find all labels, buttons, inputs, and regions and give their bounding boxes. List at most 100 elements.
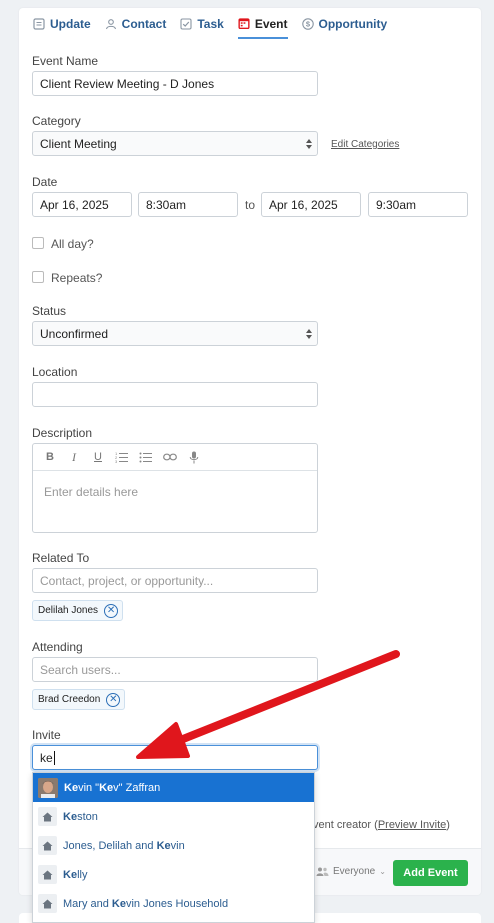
audience-selector[interactable]: Everyone ⌄ (316, 866, 386, 877)
calendar-icon (238, 18, 250, 30)
suggestion-item[interactable]: Kelly (33, 860, 314, 889)
suggestion-item[interactable] (33, 918, 314, 922)
suggestion-text: vin " (78, 781, 100, 794)
contact-icon (105, 18, 117, 30)
creator-text: vent creator ( (313, 819, 378, 831)
event-name-label: Event Name (32, 54, 99, 68)
editor-toolbar: B I U 123 (33, 444, 317, 471)
people-icon (316, 867, 329, 876)
tab-contact-label: Contact (121, 16, 167, 31)
underline-icon[interactable]: U (90, 449, 106, 465)
text-caret (53, 750, 55, 765)
tab-event[interactable]: Event (237, 8, 288, 39)
update-icon (33, 17, 45, 30)
date-separator: to (245, 198, 256, 212)
dollar-icon: $ (301, 17, 314, 30)
invite-label: Invite (32, 728, 61, 742)
svg-text:3: 3 (115, 459, 118, 463)
audience-label: Everyone (333, 866, 376, 877)
start-date-input[interactable]: Apr 16, 2025 (32, 192, 132, 217)
suggestion-item[interactable]: Kevin "Kev" Zaffran (33, 773, 314, 802)
household-icon (38, 836, 57, 855)
suggestion-item[interactable]: Jones, Delilah and Kevin (33, 831, 314, 860)
tab-update-label: Update (50, 16, 91, 31)
status-select[interactable]: Unconfirmed (32, 321, 318, 346)
related-chip: Delilah Jones ✕ (32, 600, 124, 621)
suggestion-text: vin Jones Household (125, 897, 229, 910)
description-label: Description (32, 426, 93, 440)
end-time-input[interactable]: 9:30am (368, 192, 468, 217)
suggestion-item[interactable]: Keston (33, 802, 314, 831)
status-label: Status (32, 304, 67, 318)
select-arrows-icon (306, 328, 312, 340)
invite-input[interactable]: ke (32, 745, 318, 770)
category-label: Category (32, 114, 81, 128)
attending-chip: Brad Creedon ✕ (32, 689, 126, 710)
suggestion-label: Jones, Delilah and Kevin (63, 840, 185, 852)
match-highlight: Ke (64, 781, 79, 794)
all-day-checkbox[interactable] (32, 237, 44, 249)
event-name-input[interactable]: Client Review Meeting - D Jones (32, 71, 318, 96)
invite-footer-text: vent creator (Preview Invite) (313, 819, 450, 831)
remove-chip-icon[interactable]: ✕ (106, 692, 121, 707)
preview-invite-link[interactable]: Preview Invite (378, 819, 446, 831)
suggestion-text: vin (170, 839, 185, 852)
bold-icon[interactable]: B (42, 449, 58, 465)
tab-contact[interactable]: Contact (105, 8, 167, 39)
avatar (38, 777, 58, 798)
tab-task[interactable]: Task (180, 8, 224, 39)
status-value: Unconfirmed (40, 326, 109, 341)
tab-event-label: Event (254, 16, 288, 31)
suggestion-label: Keston (63, 811, 98, 823)
attending-input[interactable]: Search users... (32, 657, 318, 682)
description-placeholder: Enter details here (44, 485, 139, 499)
match-highlight: Ke (63, 810, 78, 823)
microphone-icon[interactable] (186, 449, 202, 465)
location-input[interactable] (32, 382, 318, 407)
start-date-value: Apr 16, 2025 (40, 197, 109, 212)
invite-suggestions-dropdown: Kevin "Kev" Zaffran Keston Jones, Delila… (32, 772, 315, 923)
suggestion-label: Kevin "Kev" Zaffran (64, 782, 160, 794)
bullet-list-icon[interactable] (138, 449, 154, 465)
related-to-input[interactable]: Contact, project, or opportunity... (32, 568, 318, 593)
attending-chip-label: Brad Creedon (38, 694, 101, 705)
category-select[interactable]: Client Meeting (32, 131, 318, 156)
start-time-value: 8:30am (146, 197, 187, 212)
suggestion-text: ston (77, 810, 98, 823)
related-chip-label: Delilah Jones (38, 605, 99, 616)
suggestion-text: Mary and (63, 897, 112, 910)
end-date-value: Apr 16, 2025 (269, 197, 338, 212)
household-icon (38, 894, 57, 913)
link-icon[interactable] (162, 449, 178, 465)
end-time-value: 9:30am (376, 197, 417, 212)
suggestion-text: v" Zaffran (113, 781, 161, 794)
add-event-button[interactable]: Add Event (393, 860, 468, 886)
match-highlight: Ke (111, 897, 126, 910)
location-label: Location (32, 365, 78, 379)
suggestion-item[interactable]: Mary and Kevin Jones Household (33, 889, 314, 918)
remove-chip-icon[interactable]: ✕ (104, 603, 119, 618)
select-arrows-icon (306, 138, 312, 150)
end-date-input[interactable]: Apr 16, 2025 (261, 192, 361, 217)
ordered-list-icon[interactable]: 123 (114, 449, 130, 465)
attending-placeholder: Search users... (40, 662, 121, 677)
event-name-value: Client Review Meeting - D Jones (40, 76, 215, 91)
related-to-label: Related To (32, 551, 90, 565)
tab-opportunity-label: Opportunity (318, 16, 388, 31)
tab-opportunity[interactable]: $ Opportunity (301, 8, 388, 39)
all-day-label: All day? (51, 237, 94, 251)
italic-icon[interactable]: I (66, 449, 82, 465)
task-checkbox-icon (180, 17, 192, 30)
tab-update[interactable]: Update (33, 8, 91, 39)
repeats-checkbox[interactable] (32, 271, 44, 283)
invite-value: ke (40, 750, 53, 765)
suggestion-text: Jones, Delilah and (63, 839, 157, 852)
edit-categories-link[interactable]: Edit Categories (331, 139, 399, 150)
match-highlight: Ke (156, 839, 171, 852)
close-paren: ) (446, 819, 450, 831)
start-time-input[interactable]: 8:30am (138, 192, 238, 217)
household-icon (38, 865, 57, 884)
description-editor[interactable]: B I U 123 Enter details here (32, 443, 318, 533)
chevron-down-icon: ⌄ (379, 867, 386, 876)
match-highlight: Ke (99, 781, 114, 794)
